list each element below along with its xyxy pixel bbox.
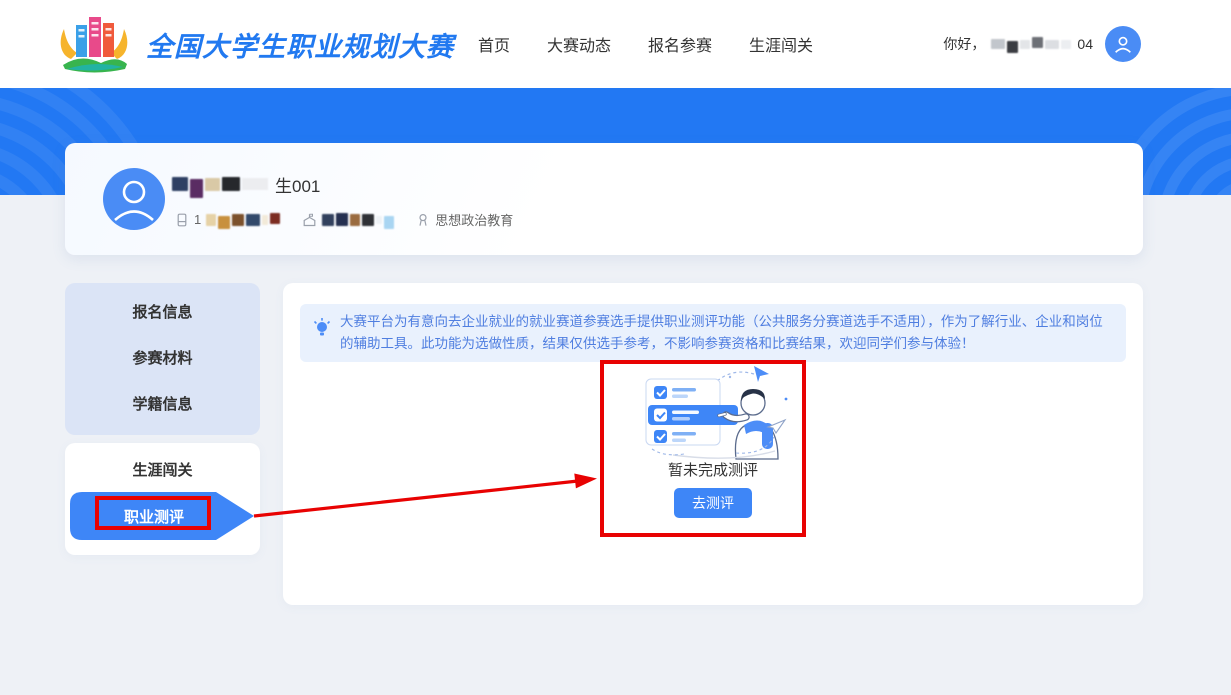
greeting-prefix: 你好，	[943, 34, 985, 54]
student-id-visible: 1	[194, 212, 201, 227]
nav-item-home[interactable]: 首页	[478, 32, 510, 56]
profile-major: 思想政治教育	[435, 210, 513, 229]
redacted-name	[172, 171, 268, 198]
notice-text: 大赛平台为有意向去企业就业的就业赛道参赛选手提供职业测评功能（公共服务分赛道选手…	[340, 311, 1112, 355]
greeting-suffix: 04	[1077, 36, 1093, 52]
profile-name-visible: 生001	[275, 172, 320, 197]
brand-title: 全国大学生职业规划大赛	[146, 25, 454, 64]
sidebar-item-career-challenge[interactable]: 生涯闯关	[65, 451, 260, 491]
school-seg	[302, 210, 394, 229]
redacted-student-id	[206, 211, 280, 229]
nav-item-register[interactable]: 报名参赛	[648, 32, 712, 56]
sidebar-group-registration: 报名信息 参赛材料 学籍信息	[65, 283, 260, 435]
school-icon	[302, 213, 317, 227]
user-box: 你好， 04	[943, 0, 1141, 88]
sidebar-item-student-status[interactable]: 学籍信息	[65, 382, 260, 428]
person-icon	[1112, 33, 1134, 55]
brand[interactable]: 全国大学生职业规划大赛	[55, 12, 454, 76]
major-seg: 思想政治教育	[416, 210, 513, 229]
profile-name-row: 生001	[172, 173, 320, 195]
sidebar-item-materials[interactable]: 参赛材料	[65, 336, 260, 382]
person-icon	[103, 168, 165, 230]
major-badge-icon	[416, 213, 430, 227]
notice-banner: 大赛平台为有意向去企业就业的就业赛道参赛选手提供职业测评功能（公共服务分赛道选手…	[300, 304, 1126, 362]
student-id-seg: 1	[175, 211, 280, 229]
nav-item-career[interactable]: 生涯闯关	[749, 32, 813, 56]
redacted-school	[322, 210, 394, 229]
id-card-icon	[175, 213, 189, 227]
profile-avatar	[103, 168, 165, 230]
lightbulb-icon	[312, 317, 332, 337]
annotation-box-assessment	[600, 360, 806, 537]
redacted-username	[991, 35, 1071, 53]
brand-logo-icon	[55, 13, 133, 75]
profile-card: 生001 1	[65, 143, 1143, 255]
user-avatar[interactable]	[1105, 26, 1141, 62]
nav-item-news[interactable]: 大赛动态	[547, 32, 611, 56]
annotation-box-sidebar	[95, 496, 211, 530]
profile-info-row: 1	[175, 210, 513, 229]
page: 全国大学生职业规划大赛 首页 大赛动态 报名参赛 生涯闯关 你好， 04	[0, 0, 1231, 695]
sidebar-item-signup-info[interactable]: 报名信息	[65, 290, 260, 336]
top-header: 全国大学生职业规划大赛 首页 大赛动态 报名参赛 生涯闯关 你好， 04	[0, 0, 1231, 88]
main-nav: 首页 大赛动态 报名参赛 生涯闯关	[478, 0, 813, 88]
